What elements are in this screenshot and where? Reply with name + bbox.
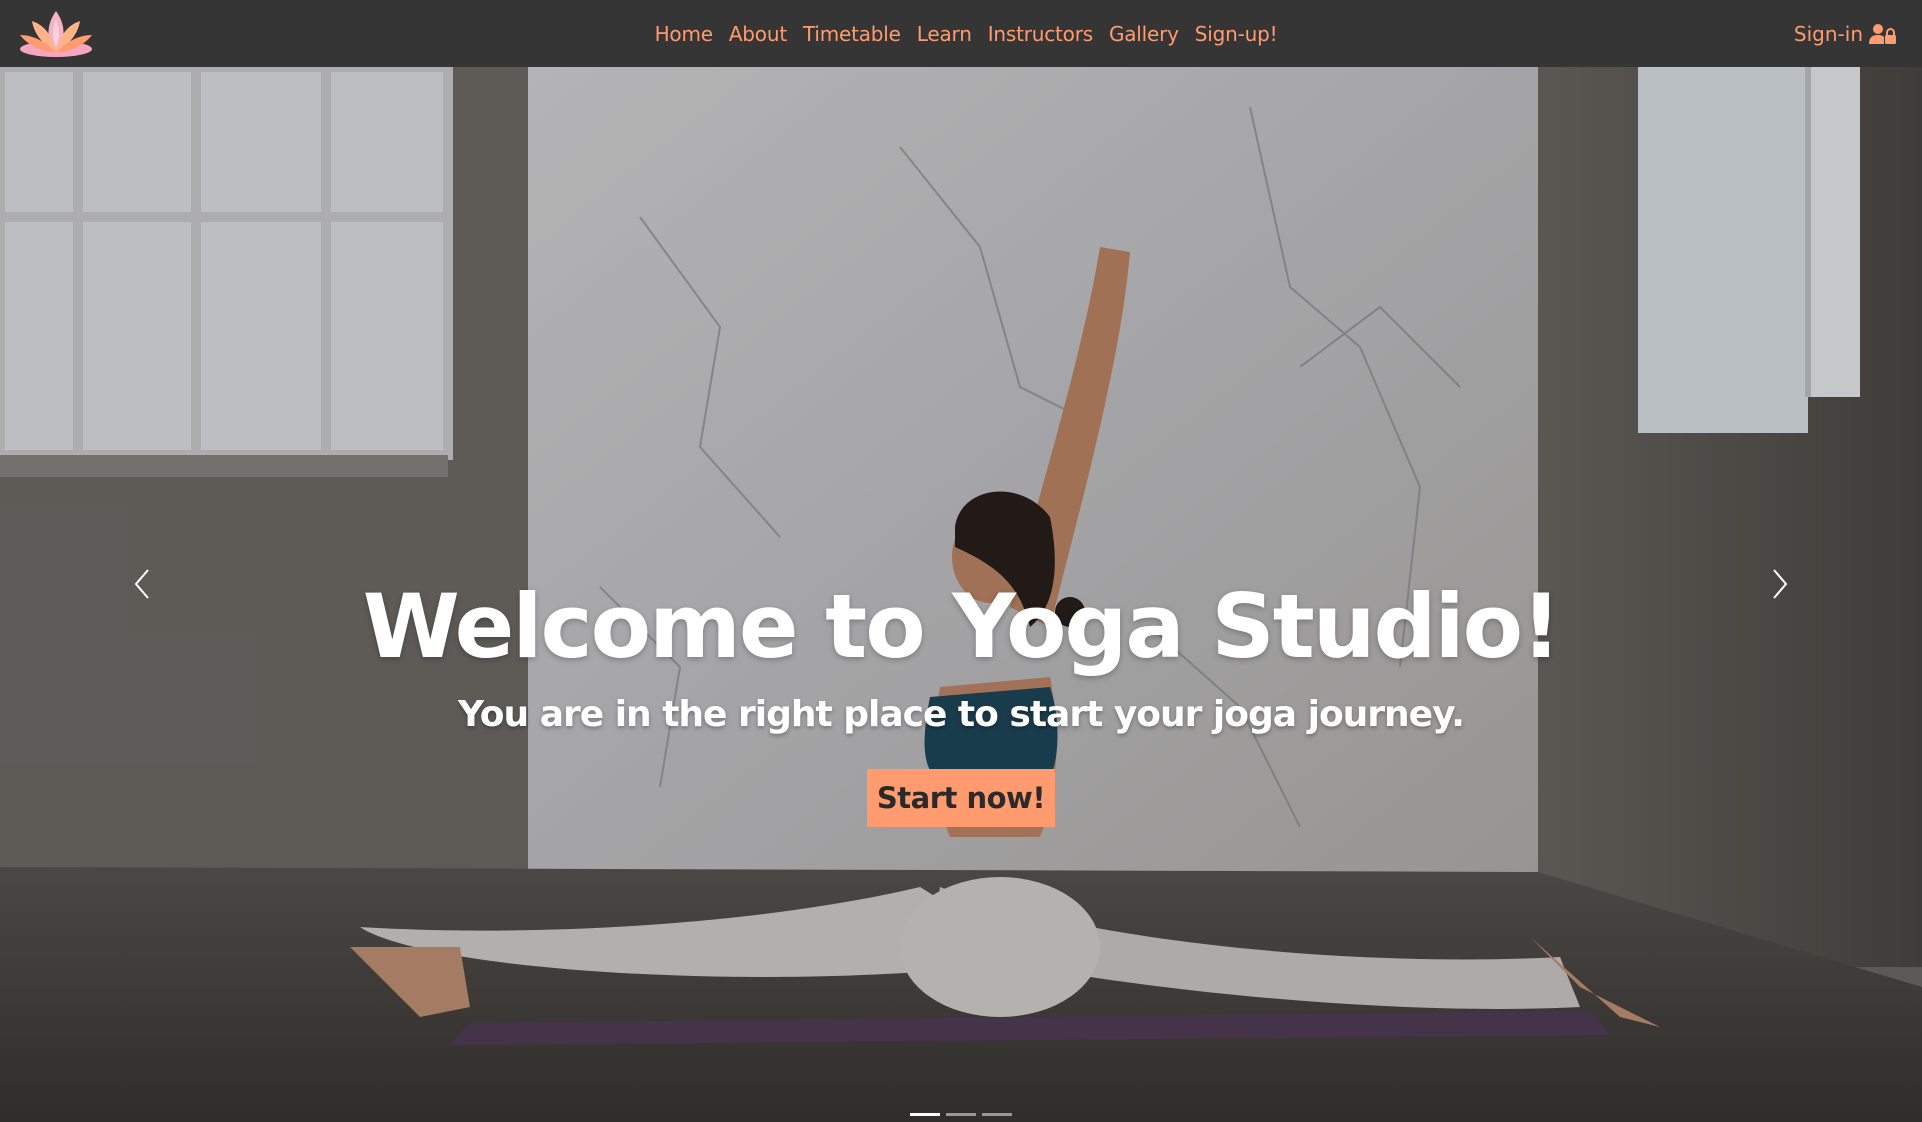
- signin-button[interactable]: Sign-in: [1794, 0, 1897, 67]
- nav-about-link[interactable]: About: [729, 22, 787, 46]
- carousel-indicator[interactable]: [910, 1113, 940, 1116]
- hero-subheadline: You are in the right place to start your…: [458, 694, 1465, 735]
- nav-home-link[interactable]: Home: [655, 22, 713, 46]
- user-lock-icon: [1869, 23, 1897, 45]
- nav-gallery-link[interactable]: Gallery: [1109, 22, 1179, 46]
- nav-instructors-link[interactable]: Instructors: [988, 22, 1093, 46]
- carousel-indicators: [0, 1113, 1922, 1116]
- nav-timetable-link[interactable]: Timetable: [803, 22, 901, 46]
- nav-learn-link[interactable]: Learn: [917, 22, 972, 46]
- start-now-button[interactable]: Start now!: [866, 769, 1056, 827]
- carousel-indicator[interactable]: [946, 1113, 976, 1116]
- nav-links: Home About Timetable Learn Instructors G…: [0, 0, 1922, 67]
- nav-signup-link[interactable]: Sign-up!: [1195, 22, 1278, 46]
- hero-headline: Welcome to Yoga Studio!: [362, 575, 1562, 678]
- hero-caption: Welcome to Yoga Studio! You are in the r…: [0, 572, 1922, 827]
- signin-label: Sign-in: [1793, 21, 1863, 46]
- top-navbar: Home About Timetable Learn Instructors G…: [0, 0, 1922, 67]
- hero-carousel: Welcome to Yoga Studio! You are in the r…: [0, 67, 1922, 1122]
- carousel-indicator[interactable]: [982, 1113, 1012, 1116]
